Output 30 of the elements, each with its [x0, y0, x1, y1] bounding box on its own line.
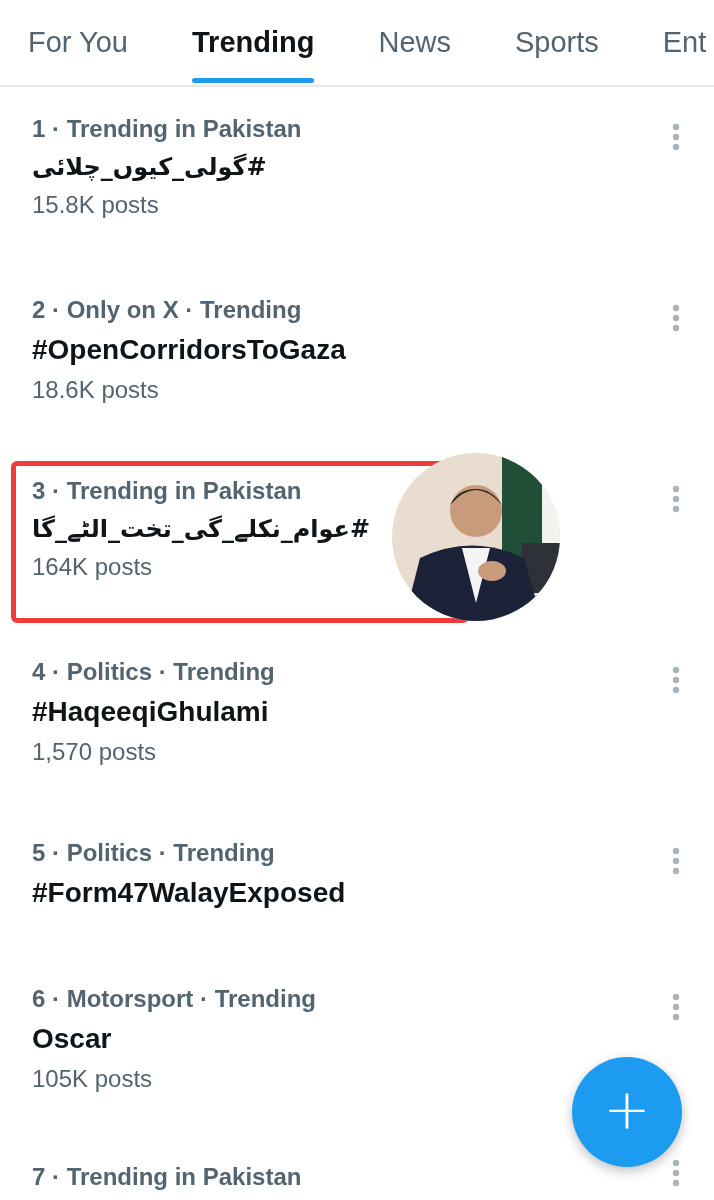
trend-topic[interactable]: #HaqeeqiGhulami	[32, 696, 269, 728]
trend-context: 2 · Only on X · Trending	[32, 296, 302, 324]
post-count: 105K posts	[32, 1065, 153, 1093]
more-icon[interactable]	[672, 847, 680, 875]
post-count: 15.8K posts	[32, 191, 159, 219]
more-icon[interactable]	[672, 666, 680, 694]
tab[interactable]: News	[378, 0, 451, 85]
tab[interactable]: Trending	[192, 0, 315, 85]
tab[interactable]: For You	[28, 0, 128, 85]
more-icon[interactable]	[672, 304, 680, 332]
trend-context: 3 · Trending in Pakistan	[32, 477, 302, 505]
trend-context: 4 · Politics · Trending	[32, 658, 275, 686]
more-icon[interactable]	[672, 123, 680, 151]
more-icon[interactable]	[672, 993, 680, 1021]
tab[interactable]: Sports	[514, 0, 599, 85]
trend-topic[interactable]: #گولی_کیوں_چلائی	[32, 153, 267, 181]
trend-topic[interactable]: #OpenCorridorsToGaza	[32, 334, 346, 366]
more-icon[interactable]	[672, 1159, 680, 1187]
trend-context: 5 · Politics · Trending	[32, 839, 275, 867]
trend-topic[interactable]: Oscar	[32, 1023, 112, 1055]
post-count: 18.6K posts	[32, 376, 159, 404]
trend-topic[interactable]: #عوام_نکلے_گی_تخت_الٹے_گا	[32, 515, 371, 543]
trend-context: 7 · Trending in Pakistan	[32, 1163, 302, 1191]
tab[interactable]: Ent	[662, 0, 707, 85]
trend-context: 1 · Trending in Pakistan	[32, 115, 302, 143]
trend-topic[interactable]: #Form47WalayExposed	[32, 877, 346, 909]
more-icon[interactable]	[672, 485, 680, 513]
post-count: 1,570 posts	[32, 738, 157, 766]
trend-context: 6 · Motorsport · Trending	[32, 985, 316, 1013]
post-count: 164K posts	[32, 553, 153, 581]
